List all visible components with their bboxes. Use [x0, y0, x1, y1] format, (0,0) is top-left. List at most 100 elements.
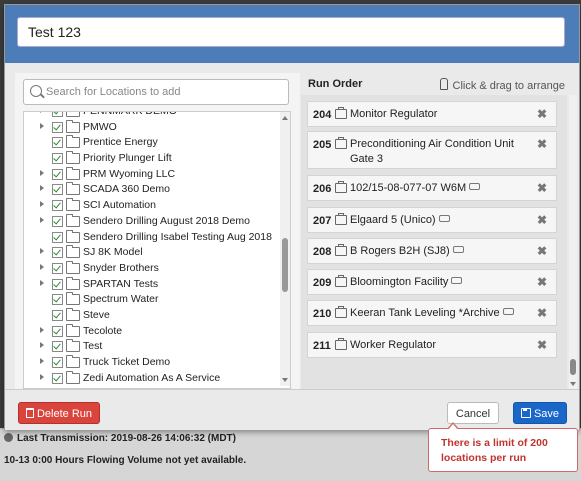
expand-arrow-icon[interactable]	[40, 342, 44, 349]
run-order-item[interactable]: 210 Keeran Tank Leveling *Archive ✖	[307, 300, 557, 326]
location-checkbox[interactable]	[52, 231, 63, 243]
expand-arrow-icon[interactable]	[40, 122, 44, 129]
tree-row[interactable]: Test	[24, 339, 280, 355]
run-order-item[interactable]: 208 B Rogers B2H (SJ8) ✖	[307, 238, 557, 264]
tree-scrollbar[interactable]	[280, 112, 290, 386]
location-checkbox[interactable]	[52, 137, 63, 149]
well-icon	[335, 137, 347, 149]
location-checkbox[interactable]	[52, 112, 63, 117]
run-order-number: 205	[313, 139, 332, 151]
cancel-button[interactable]: Cancel	[447, 402, 499, 424]
scroll-down-icon[interactable]	[570, 382, 576, 386]
location-checkbox[interactable]	[52, 372, 63, 384]
tree-item-label: Truck Ticket Demo	[83, 356, 171, 368]
folder-icon	[66, 260, 80, 274]
scroll-thumb[interactable]	[282, 238, 288, 292]
tree-row[interactable]: PRM Wyoming LLC	[24, 166, 280, 183]
location-checkbox[interactable]	[52, 357, 63, 368]
delete-run-label: Delete Run	[36, 408, 93, 420]
device-tag-icon	[502, 308, 514, 315]
drag-hint-text: Click & drag to arrange	[452, 80, 566, 92]
tree-row[interactable]: Truck Ticket Demo	[24, 355, 280, 371]
well-icon	[335, 244, 347, 256]
run-order-item[interactable]: 207 Elgaard 5 (Unico) ✖	[307, 207, 557, 233]
delete-run-button[interactable]: Delete Run	[18, 402, 100, 424]
tree-row[interactable]: Steve	[24, 307, 280, 324]
run-name-input[interactable]	[17, 17, 565, 47]
tree-row[interactable]: Zedi Automation As A Service	[24, 370, 280, 387]
expand-arrow-icon[interactable]	[40, 358, 44, 364]
location-checkbox[interactable]	[52, 278, 63, 290]
remove-icon[interactable]: ✖	[537, 107, 547, 121]
remove-icon[interactable]: ✖	[537, 275, 547, 289]
scroll-up-icon[interactable]	[282, 116, 288, 120]
expand-arrow-icon[interactable]	[40, 263, 44, 270]
tree-row-partial[interactable]: PENNMARK DEMO	[24, 112, 280, 120]
run-order-location-name: B Rogers B2H (SJ8)	[350, 244, 530, 259]
expand-arrow-icon[interactable]	[40, 248, 44, 255]
run-order-scrollbar[interactable]	[569, 95, 577, 389]
save-button[interactable]: Save	[513, 402, 567, 424]
run-order-number: 207	[313, 215, 332, 227]
remove-icon[interactable]: ✖	[537, 181, 547, 195]
tree-row[interactable]: SCI Automation	[24, 198, 280, 214]
location-checkbox[interactable]	[52, 121, 63, 133]
run-order-item[interactable]: 209 Bloomington Facility ✖	[307, 269, 557, 295]
folder-icon	[66, 135, 80, 149]
expand-arrow-icon[interactable]	[40, 326, 44, 333]
tree-row[interactable]: PMWO	[24, 119, 280, 136]
tree-row[interactable]: SCADA 360 Demo	[24, 182, 280, 198]
expand-arrow-icon[interactable]	[40, 169, 44, 176]
tree-row[interactable]: SPARTAN Tests	[24, 276, 280, 293]
tree-row[interactable]: Tecolote	[24, 323, 280, 340]
well-icon	[335, 275, 347, 287]
tree-row[interactable]: Snyder Brothers	[24, 260, 280, 277]
remove-icon[interactable]: ✖	[537, 137, 547, 151]
remove-icon[interactable]: ✖	[537, 306, 547, 320]
location-checkbox[interactable]	[52, 247, 63, 259]
remove-icon[interactable]: ✖	[537, 213, 547, 227]
location-tree[interactable]: PENNMARK DEMO PMWO Prentice Energy Priority…	[23, 111, 291, 389]
folder-icon	[66, 245, 80, 259]
location-checkbox[interactable]	[52, 168, 63, 180]
scroll-thumb[interactable]	[570, 359, 576, 375]
location-checkbox[interactable]	[52, 184, 63, 196]
tree-row[interactable]: Sendero Drilling Isabel Testing Aug 2018	[24, 229, 280, 246]
tree-row[interactable]: Spectrum Water	[24, 292, 280, 308]
tree-row[interactable]: Prentice Energy	[24, 135, 280, 151]
run-order-item[interactable]: 204 Monitor Regulator ✖	[307, 101, 557, 127]
expand-arrow-icon[interactable]	[40, 201, 44, 208]
location-checkbox[interactable]	[52, 262, 63, 274]
device-tag-icon	[452, 246, 464, 253]
location-checkbox[interactable]	[52, 200, 63, 212]
modal-header	[5, 5, 579, 63]
location-checkbox[interactable]	[52, 341, 63, 353]
run-order-item[interactable]: 211 Worker Regulator ✖	[307, 332, 557, 358]
run-order-item[interactable]: 205 Preconditioning Air Condition Unit Ga…	[307, 131, 557, 169]
location-checkbox[interactable]	[52, 153, 63, 165]
location-checkbox[interactable]	[52, 309, 63, 321]
location-checkbox[interactable]	[52, 325, 63, 337]
location-search-input[interactable]: Search for Locations to add	[23, 79, 289, 105]
tree-row[interactable]: Priority Plunger Lift	[24, 151, 280, 167]
expand-arrow-icon[interactable]	[40, 279, 44, 286]
tree-item-label: SCI Automation	[83, 199, 156, 212]
scroll-down-icon[interactable]	[282, 378, 288, 382]
run-order-location-name: Bloomington Facility	[350, 275, 530, 290]
expand-arrow-icon[interactable]	[40, 373, 44, 380]
folder-icon	[66, 151, 80, 165]
remove-icon[interactable]: ✖	[537, 244, 547, 258]
run-order-item[interactable]: 206 102/15-08-077-07 W6M ✖	[307, 175, 557, 201]
well-icon	[335, 181, 347, 193]
run-order-location-name: Elgaard 5 (Unico)	[350, 213, 530, 228]
expand-arrow-icon[interactable]	[40, 185, 44, 192]
remove-icon[interactable]: ✖	[537, 338, 547, 352]
expand-arrow-icon[interactable]	[40, 112, 44, 113]
folder-icon	[66, 355, 80, 368]
location-checkbox[interactable]	[52, 215, 63, 227]
tree-row[interactable]: SJ 8K Model	[24, 245, 280, 261]
location-checkbox[interactable]	[52, 294, 63, 306]
tree-item-label: SCADA 360 Demo	[83, 183, 170, 196]
tree-row[interactable]: Sendero Drilling August 2018 Demo	[24, 213, 280, 230]
expand-arrow-icon[interactable]	[40, 216, 44, 223]
